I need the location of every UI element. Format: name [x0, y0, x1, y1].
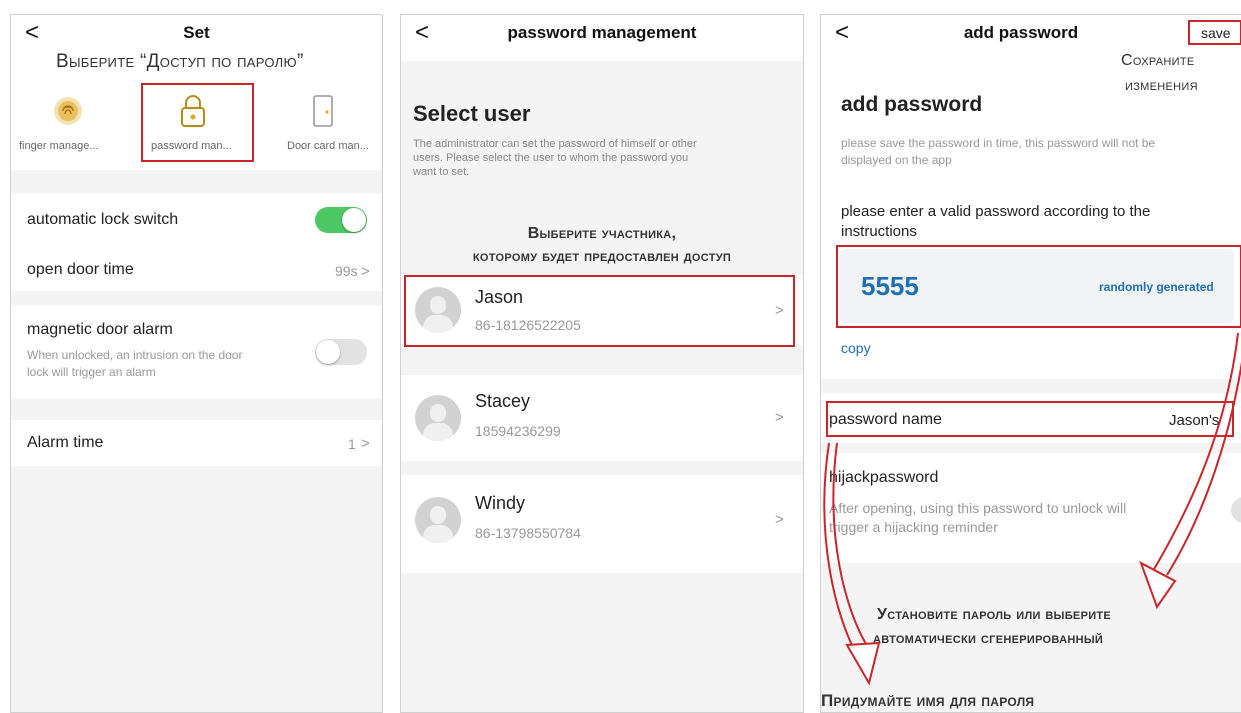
- annotation-name-password: Придумайте имя для пароля: [821, 691, 1035, 710]
- magnetic-alarm-desc-1: When unlocked, an intrusion on the door: [27, 348, 243, 362]
- auto-lock-toggle[interactable]: [315, 207, 367, 233]
- password-prompt-1: please enter a valid password according …: [841, 203, 1151, 220]
- user-row-stacey[interactable]: Stacey 18594236299 >: [401, 375, 803, 461]
- highlight-user-jason: [404, 275, 795, 347]
- page-title: password management: [507, 23, 697, 42]
- alarm-time-value: 1: [348, 436, 356, 452]
- magnetic-alarm-toggle[interactable]: [315, 339, 367, 365]
- highlight-save-button: [1188, 20, 1241, 45]
- door-card-icon[interactable]: [311, 94, 335, 133]
- highlight-password-management: [141, 83, 254, 162]
- select-user-desc-3: want to set.: [413, 166, 470, 178]
- hijack-password-desc-2: trigger a hijacking reminder: [829, 519, 998, 535]
- alarm-time-row[interactable]: Alarm time 1 >: [11, 420, 382, 466]
- hijack-password-title: hijackpassword: [829, 469, 939, 486]
- chevron-right-icon: >: [361, 263, 370, 280]
- chevron-right-icon: >: [775, 511, 784, 528]
- add-password-note-1: please save the password in time, this p…: [841, 136, 1156, 150]
- password-management-panel: < password management Select user The ad…: [400, 14, 804, 713]
- copy-button[interactable]: copy: [841, 340, 871, 356]
- add-password-heading: add password: [841, 93, 983, 116]
- annotation-select-password: Выберите “Доступ по паролю”: [56, 51, 304, 72]
- password-management-header: < password management: [401, 15, 803, 61]
- magnetic-alarm-label: magnetic door alarm: [27, 321, 173, 338]
- highlight-password-name: [826, 401, 1234, 437]
- annotation-select-member-2: которому будет предоставлен доступ: [472, 248, 732, 265]
- annotation-save-2: изменения: [1125, 77, 1198, 94]
- alarm-time-label: Alarm time: [27, 434, 104, 451]
- annotation-set-password-1: Установите пароль или выберите: [877, 606, 1112, 623]
- password-prompt-2: instructions: [841, 223, 917, 240]
- user-row-windy[interactable]: Windy 86-13798550784 >: [401, 475, 803, 573]
- add-password-panel: < add password save Сохраните изменения …: [820, 14, 1241, 713]
- settings-panel: < Set Выберите “Доступ по паролю” finger…: [10, 14, 383, 713]
- user-phone: 18594236299: [475, 423, 561, 439]
- annotation-save-1: Сохраните: [1121, 52, 1195, 69]
- open-door-time-value: 99s: [335, 263, 358, 279]
- add-password-note-2: displayed on the app: [841, 153, 952, 167]
- fingerprint-icon[interactable]: [53, 96, 83, 131]
- avatar: [415, 497, 461, 543]
- page-title: Set: [183, 23, 210, 42]
- user-name: Stacey: [475, 391, 531, 411]
- annotation-select-member-1: Выберите участника,: [527, 225, 677, 242]
- chevron-right-icon: >: [775, 409, 784, 426]
- magnetic-alarm-desc-2: lock will trigger an alarm: [27, 365, 156, 379]
- select-user-heading: Select user: [413, 101, 531, 126]
- user-phone: 86-13798550784: [475, 525, 581, 541]
- select-user-desc-1: The administrator can set the password o…: [413, 138, 697, 150]
- settings-header: < Set Выберите “Доступ по паролю”: [11, 15, 382, 90]
- hijack-password-desc-1: After opening, using this password to un…: [829, 500, 1127, 516]
- icon-label-door-card: Door card man...: [287, 140, 369, 152]
- icon-label-finger: finger manage...: [19, 140, 99, 152]
- highlight-password-input: [836, 245, 1241, 328]
- magnetic-alarm-group: magnetic door alarm When unlocked, an in…: [11, 305, 382, 399]
- page-title: add password: [963, 23, 1079, 42]
- select-user-desc-2: users. Please select the user to whom th…: [413, 152, 689, 164]
- user-name: Windy: [475, 493, 526, 513]
- chevron-right-icon: >: [361, 435, 370, 452]
- open-door-time-label[interactable]: open door time: [27, 261, 134, 279]
- avatar: [415, 395, 461, 441]
- auto-lock-label: automatic lock switch: [27, 211, 179, 228]
- lock-settings-group: automatic lock switch open door time 99s…: [11, 193, 382, 291]
- annotation-set-password-2: автоматически сгенерированный: [873, 630, 1104, 647]
- hijack-password-toggle[interactable]: [1231, 497, 1241, 523]
- hijack-password-row: hijackpassword After opening, using this…: [821, 453, 1241, 563]
